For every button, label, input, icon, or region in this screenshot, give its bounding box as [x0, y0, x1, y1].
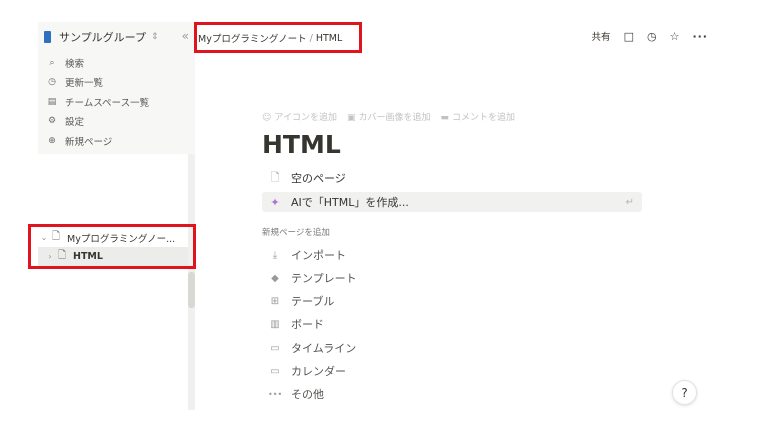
option-timeline[interactable]: ▭ タイムライン	[262, 338, 356, 358]
sidebar-item-teamspaces[interactable]: ▤ チームスペース一覧	[38, 92, 195, 112]
topbar-actions: 共有 □ ◷ ☆ ···	[592, 26, 708, 46]
option-label: その他	[291, 388, 324, 401]
history-clock-icon[interactable]: ◷	[647, 30, 657, 43]
sparkle-icon: ✦	[270, 195, 280, 209]
sidebar-item-label: チームスペース一覧	[65, 97, 150, 109]
sidebar-scrollbar[interactable]	[188, 154, 195, 410]
option-label: カレンダー	[291, 365, 346, 378]
timeline-icon: ▭	[270, 342, 280, 354]
sidebar-menu: ⌕ 検索 ◷ 更新一覧 ▤ チームスペース一覧 ⚙ 設定 ⊕ 新規ページ	[38, 53, 195, 151]
option-label: テンプレート	[291, 272, 357, 285]
option-label: ボード	[291, 318, 324, 331]
more-options-icon[interactable]: ···	[692, 30, 708, 43]
option-label: タイムライン	[291, 342, 357, 355]
sidebar-item-label: 設定	[65, 117, 85, 129]
board-icon: ▥	[270, 318, 280, 330]
add-new-section-label: 新規ページを追加	[262, 228, 330, 238]
comment-icon: ▬	[440, 113, 449, 123]
add-cover-button[interactable]: ▣ カバー画像を追加	[347, 110, 431, 123]
sidebar-item-settings[interactable]: ⚙ 設定	[38, 112, 195, 132]
option-template[interactable]: ◆ テンプレート	[262, 268, 357, 288]
sidebar-item-search[interactable]: ⌕ 検索	[38, 53, 195, 73]
table-icon: ⊞	[270, 295, 280, 307]
sidebar-page-tree: ⌄ 🗋 Myプログラミングノー... › 🗋 HTML	[38, 154, 195, 410]
image-icon: ▣	[346, 113, 356, 123]
add-comment-button[interactable]: ▬ コメントを追加	[440, 110, 515, 123]
workspace-toggle-icon: ⇕	[151, 32, 159, 42]
sidebar-item-label: 新規ページ	[65, 136, 113, 148]
sidebar: サンプルグループ ⇕ « ⌕ 検索 ◷ 更新一覧 ▤ チームスペース一覧 ⚙ 設…	[38, 22, 195, 410]
empty-page-label: 空のページ	[291, 172, 346, 185]
option-label: インポート	[291, 249, 346, 262]
sidebar-item-new-page[interactable]: ⊕ 新規ページ	[38, 131, 195, 151]
option-label: テーブル	[291, 295, 335, 308]
add-cover-label: カバー画像を追加	[358, 113, 431, 123]
option-import[interactable]: ⤓ インポート	[262, 245, 346, 265]
page-title[interactable]: HTML	[262, 130, 341, 159]
enter-key-icon: ↵	[625, 196, 634, 208]
workspace-book-icon	[44, 31, 51, 43]
option-more[interactable]: ••• その他	[262, 384, 324, 404]
ai-create-option[interactable]: ✦ AIで「HTML」を作成... ↵	[262, 192, 642, 212]
scrollbar-thumb[interactable]	[188, 272, 195, 308]
clock-icon: ◷	[48, 77, 56, 88]
import-icon: ⤓	[272, 249, 278, 261]
workspace-switcher[interactable]: サンプルグループ ⇕	[38, 22, 195, 52]
template-icon: ◆	[271, 272, 279, 284]
add-icon-button[interactable]: ☺ アイコンを追加	[262, 110, 337, 123]
highlight-box-tree	[28, 224, 196, 269]
add-icon-label: アイコンを追加	[274, 113, 337, 123]
workspace-name: サンプルグループ	[59, 31, 147, 44]
option-board[interactable]: ▥ ボード	[262, 314, 324, 334]
option-calendar[interactable]: ▭ カレンダー	[262, 361, 346, 381]
page-header-options: ☺ アイコンを追加 ▣ カバー画像を追加 ▬ コメントを追加	[262, 110, 515, 123]
teamspace-icon: ▤	[47, 96, 57, 107]
sidebar-item-label: 検索	[65, 58, 85, 70]
empty-page-option[interactable]: 🗋 空のページ	[262, 168, 642, 188]
gear-icon: ⚙	[47, 116, 57, 127]
help-button[interactable]: ?	[672, 380, 697, 405]
ai-create-label: AIで「HTML」を作成...	[291, 196, 409, 209]
highlight-box-breadcrumb	[194, 22, 362, 53]
search-icon: ⌕	[49, 57, 55, 68]
calendar-icon: ▭	[270, 365, 280, 377]
option-table[interactable]: ⊞ テーブル	[262, 291, 335, 311]
page-icon: 🗋	[270, 170, 280, 184]
sidebar-item-updates[interactable]: ◷ 更新一覧	[38, 73, 195, 93]
share-button[interactable]: 共有	[592, 29, 611, 43]
collapse-sidebar-icon[interactable]: «	[182, 29, 189, 43]
comment-icon[interactable]: □	[624, 30, 634, 43]
add-comment-label: コメントを追加	[452, 113, 516, 123]
more-icon: •••	[268, 389, 283, 399]
smile-icon: ☺	[262, 113, 272, 123]
sidebar-item-label: 更新一覧	[65, 78, 104, 90]
plus-circle-icon: ⊕	[48, 135, 56, 146]
star-icon[interactable]: ☆	[670, 30, 680, 43]
